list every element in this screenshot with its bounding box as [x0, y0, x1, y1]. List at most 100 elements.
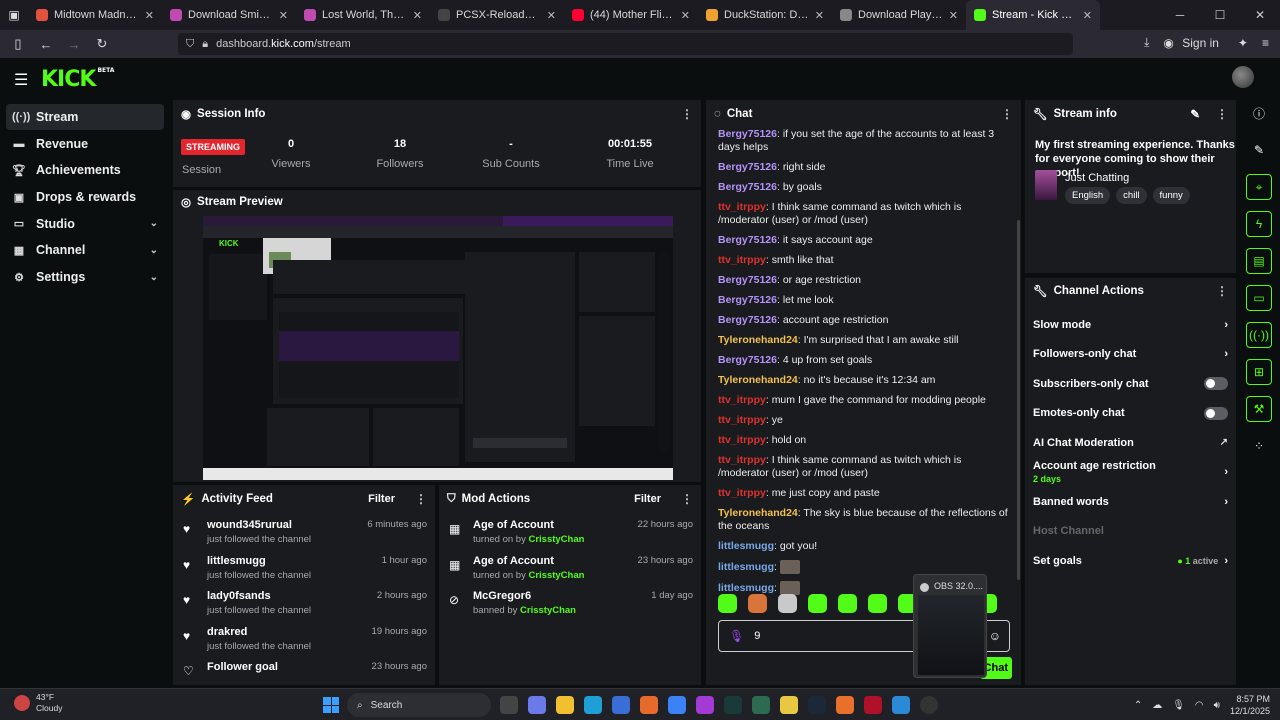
chevron-right-icon[interactable]: › [1224, 496, 1228, 508]
chevron-down-icon[interactable]: ⌄ [150, 245, 158, 256]
microphone-icon[interactable]: 🎙︎ [729, 629, 744, 643]
chat-bubble-icon[interactable]: ▭ [1246, 285, 1272, 311]
close-tab-icon[interactable]: ✕ [279, 9, 288, 22]
more-options-icon[interactable]: ⋮ [681, 107, 693, 121]
copilot-icon[interactable] [528, 696, 546, 714]
reload-icon[interactable]: ↻ [90, 32, 114, 56]
chat-username[interactable]: Bergy75126 [718, 314, 777, 326]
app-icon[interactable] [752, 696, 770, 714]
chevron-up-icon[interactable]: ⌃ [1134, 700, 1142, 711]
emote-icon[interactable] [868, 594, 887, 613]
stream-tag[interactable]: chill [1116, 187, 1147, 204]
account-icon[interactable]: ◉ Sign in [1158, 33, 1229, 53]
close-tab-icon[interactable]: ✕ [949, 9, 958, 22]
close-tab-icon[interactable]: ✕ [681, 9, 690, 22]
steam-icon[interactable] [808, 696, 826, 714]
chat-username[interactable]: ttv_itrppy [718, 394, 766, 406]
stream-tag[interactable]: funny [1152, 187, 1190, 204]
browser-tab[interactable]: Download Smithsonian Ins ✕ [162, 0, 296, 30]
minimize-icon[interactable]: ─ [1160, 0, 1200, 30]
user-avatar[interactable] [1232, 66, 1254, 88]
edit-pencil-icon[interactable]: ✎ [1246, 137, 1272, 163]
channel-action-followers-only-chat[interactable]: Followers-only chat › [1025, 340, 1236, 370]
chat-username[interactable]: ttv_itrppy [718, 254, 766, 266]
chat-username[interactable]: Tyleronehand24 [718, 334, 798, 346]
emote-icon[interactable] [718, 594, 737, 613]
more-options-icon[interactable]: ⋮ [1216, 107, 1228, 121]
browser-tab[interactable]: Lost World, The: Jurassic Pa ✕ [296, 0, 430, 30]
chat-username[interactable]: ttv_itrppy [718, 434, 766, 446]
chevron-down-icon[interactable]: ⌄ [150, 218, 158, 229]
chat-username[interactable]: littlesmugg [718, 582, 774, 594]
file-explorer-icon[interactable] [556, 696, 574, 714]
filter-button[interactable]: Filter [634, 493, 661, 505]
more-options-icon[interactable]: ⋮ [1001, 107, 1013, 121]
scan-icon[interactable]: ⌖ [1246, 174, 1272, 200]
channel-action-emotes-only-chat[interactable]: Emotes-only chat [1025, 399, 1236, 429]
chat-scrollbar[interactable] [1017, 220, 1020, 580]
activity-name[interactable]: Follower goal [207, 661, 362, 673]
chevron-right-icon[interactable]: › [1224, 348, 1228, 360]
hamburger-menu-icon[interactable]: ☰ [14, 70, 28, 90]
browser-tab[interactable]: (44) Mother Flippin' T.Rex! ✕ [564, 0, 698, 30]
sidebar-item-studio[interactable]: ▭ Studio ⌄ [6, 211, 164, 237]
stream-preview-video[interactable]: KICK [203, 216, 673, 480]
channel-action-ai-chat-moderation[interactable]: AI Chat Moderation ↗ [1025, 428, 1236, 458]
chat-username[interactable]: ttv_itrppy [718, 487, 766, 499]
browser-tab[interactable]: Midtown Madness 1 & 2 D ✕ [28, 0, 162, 30]
chevron-right-icon[interactable]: › [1224, 319, 1228, 331]
sidebar-item-drops-rewards[interactable]: ▣ Drops & rewards [6, 184, 164, 210]
store-icon[interactable] [612, 696, 630, 714]
browser-tab[interactable]: PCSX-Reloaded PSX emulat ✕ [430, 0, 564, 30]
app-icon[interactable] [864, 696, 882, 714]
more-options-icon[interactable]: ⋮ [681, 492, 693, 506]
windows-start-icon[interactable] [323, 697, 339, 713]
close-tab-icon[interactable]: ✕ [815, 9, 824, 22]
app-icon[interactable] [780, 696, 798, 714]
maximize-icon[interactable]: ☐ [1200, 0, 1240, 30]
mod-action-by[interactable]: CrisstyChan [528, 534, 584, 545]
terminal-icon[interactable] [724, 696, 742, 714]
chevron-down-icon[interactable]: ⌄ [150, 272, 158, 283]
edge-icon[interactable] [584, 696, 602, 714]
emote-icon[interactable] [838, 594, 857, 613]
activity-name[interactable]: drakred [207, 626, 362, 638]
mod-action-by[interactable]: CrisstyChan [528, 570, 584, 581]
channel-action-set-goals[interactable]: Set goals ● 1 active › [1025, 546, 1236, 576]
stream-tag[interactable]: English [1065, 187, 1111, 204]
task-view-icon[interactable] [500, 696, 518, 714]
emote-icon[interactable] [808, 594, 827, 613]
app-icon[interactable] [836, 696, 854, 714]
obs-taskbar-preview[interactable]: OBS 32.0.... [913, 574, 987, 678]
activity-name[interactable]: lady0fsands [207, 590, 367, 602]
extensions-icon[interactable]: ✦ [1233, 33, 1253, 53]
microphone-icon[interactable]: 🎙︎ [1172, 700, 1185, 711]
chat-username[interactable]: Bergy75126 [718, 234, 777, 246]
sidebar-toggle-icon[interactable]: ▯ [6, 32, 30, 56]
chat-username[interactable]: Bergy75126 [718, 294, 777, 306]
channel-action-subscribers-only-chat[interactable]: Subscribers-only chat [1025, 369, 1236, 399]
browser-tab[interactable]: DuckStation: Download W ✕ [698, 0, 832, 30]
more-options-icon[interactable]: ⋮ [415, 492, 427, 506]
chat-username[interactable]: ttv_itrppy [718, 414, 766, 426]
close-tab-icon[interactable]: ✕ [547, 9, 556, 22]
lightning-icon[interactable]: ϟ [1246, 211, 1272, 237]
chevron-right-icon[interactable]: › [1224, 466, 1228, 478]
weather-widget[interactable]: 43°F Cloudy [14, 692, 62, 714]
toggle-switch[interactable] [1204, 406, 1228, 420]
forward-icon[interactable]: → [62, 32, 86, 56]
chat-username[interactable]: littlesmugg [718, 561, 774, 573]
broadcast-icon[interactable]: ((·)) [1246, 322, 1272, 348]
close-window-icon[interactable]: ✕ [1240, 0, 1280, 30]
volume-icon[interactable]: 🔊︎ [1214, 700, 1220, 711]
apps-icon[interactable]: ⁘ [1246, 433, 1272, 459]
mod-action-by[interactable]: CrisstyChan [520, 605, 576, 616]
browser-tab[interactable]: Stream - Kick Dashboard ✕ [966, 0, 1100, 30]
cloud-icon[interactable]: ☁ [1152, 700, 1162, 711]
emote-icon[interactable] [748, 594, 767, 613]
sidebar-item-stream[interactable]: ((·)) Stream [6, 104, 164, 130]
kick-logo[interactable]: KICK BETA [41, 67, 114, 92]
edit-pencil-icon[interactable]: ✎ [1190, 107, 1200, 121]
channel-action-account-age-restriction[interactable]: Account age restriction 2 days › [1025, 458, 1236, 488]
sidebar-item-settings[interactable]: ⚙ Settings ⌄ [6, 264, 164, 290]
